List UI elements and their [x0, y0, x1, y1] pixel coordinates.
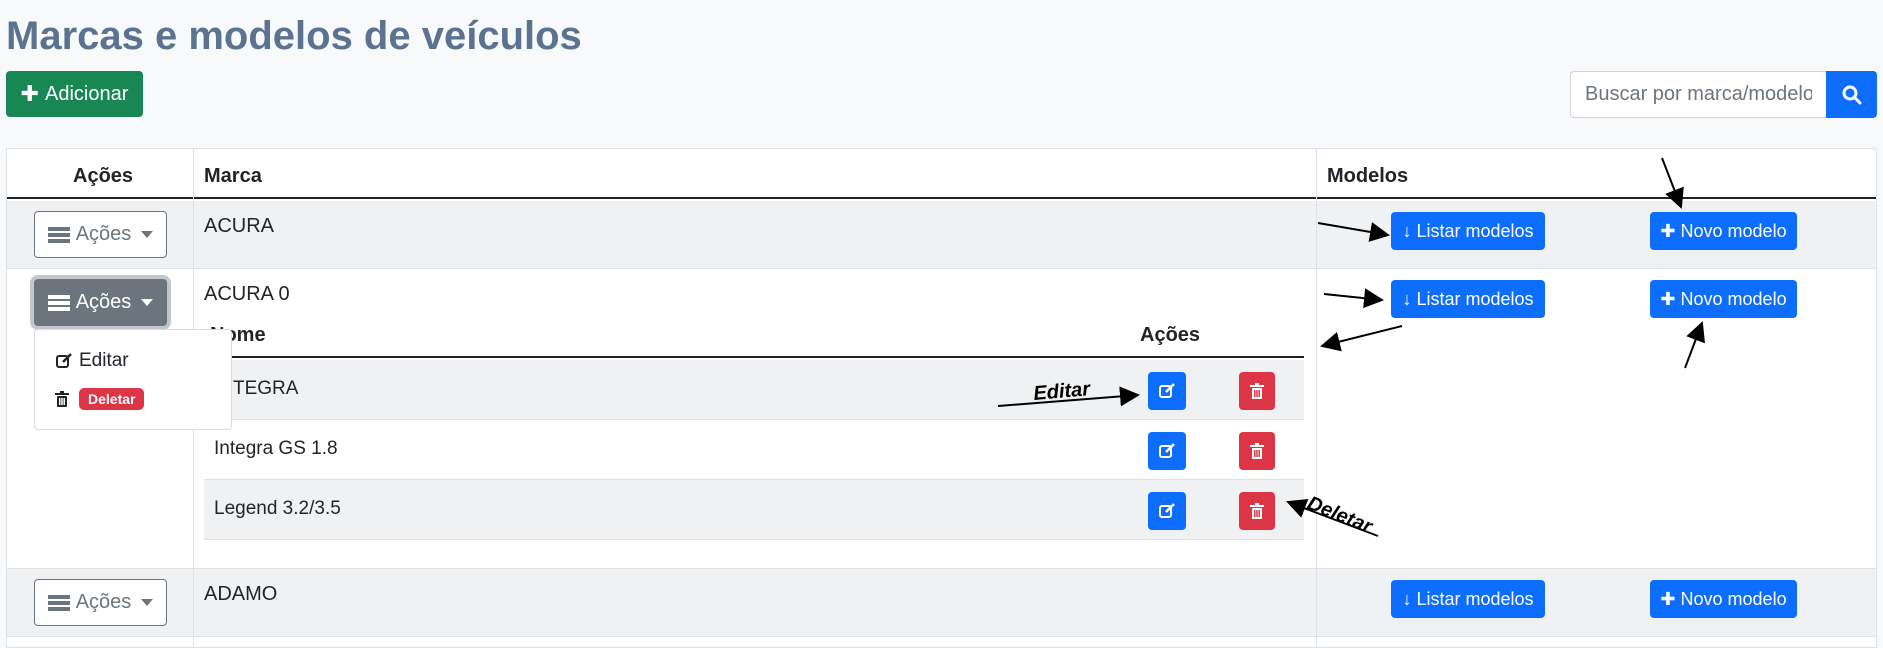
- arrow-down-icon: ↓: [1402, 588, 1412, 609]
- list-models-button[interactable]: ↓ Listar modelos: [1391, 580, 1545, 618]
- row-actions-button[interactable]: Ações: [34, 211, 167, 258]
- edit-icon: [56, 353, 72, 368]
- model-row: Integra GS 1.8: [204, 420, 1304, 480]
- list-models-button[interactable]: ↓ Listar modelos: [1391, 280, 1545, 318]
- page-title: Marcas e modelos de veículos: [6, 14, 582, 58]
- trash-icon: [1250, 383, 1264, 399]
- row-actions-label: Ações: [75, 591, 132, 613]
- model-row: INTEGRA: [204, 360, 1304, 420]
- header-brand: Marca: [204, 165, 262, 187]
- edit-model-button[interactable]: [1148, 432, 1186, 470]
- caret-down-icon: [141, 599, 154, 606]
- add-brand-button[interactable]: ✚ Adicionar: [6, 71, 143, 117]
- dropdown-edit-label: Editar: [79, 350, 129, 371]
- subtable-header: Nome Ações: [204, 308, 1304, 358]
- model-row: Legend 3.2/3.5: [204, 480, 1304, 540]
- search-icon: [1842, 85, 1861, 104]
- model-name: Integra GS 1.8: [214, 438, 338, 459]
- edit-model-button[interactable]: [1148, 372, 1186, 410]
- edit-icon: [1159, 503, 1175, 518]
- brand-name: ADAMO: [204, 583, 278, 605]
- new-model-label: Novo modelo: [1680, 220, 1787, 241]
- edit-icon: [1159, 443, 1175, 458]
- header-models: Modelos: [1327, 165, 1409, 187]
- new-model-button[interactable]: ✚ Novo modelo: [1650, 212, 1797, 250]
- new-model-label: Novo modelo: [1680, 588, 1787, 609]
- search-button[interactable]: [1826, 71, 1877, 118]
- header-actions: Ações: [73, 165, 134, 187]
- table-row: Ações ADAMO ↓ Listar modelos ✚ Novo mode…: [7, 569, 1876, 637]
- trash-icon: [1250, 503, 1264, 519]
- new-model-label: Novo modelo: [1680, 288, 1787, 309]
- column-divider: [1316, 149, 1317, 647]
- row-actions-label: Ações: [75, 291, 132, 313]
- dropdown-delete-badge: Deletar: [79, 388, 145, 410]
- delete-model-button[interactable]: [1239, 432, 1275, 470]
- dropdown-delete-item[interactable]: Deletar: [55, 388, 145, 410]
- header-actions: Ações: [1140, 324, 1201, 346]
- new-model-button[interactable]: ✚ Novo modelo: [1650, 580, 1797, 618]
- list-models-label: Listar modelos: [1416, 288, 1534, 309]
- list-models-label: Listar modelos: [1416, 588, 1534, 609]
- brand-name: ACURA 0: [204, 283, 290, 305]
- delete-model-button[interactable]: [1239, 492, 1275, 530]
- add-button-label: Adicionar: [45, 82, 129, 105]
- row-actions-button-active[interactable]: Ações: [34, 279, 167, 326]
- trash-icon: [55, 391, 69, 407]
- arrow-down-icon: ↓: [1402, 288, 1412, 309]
- table-row: Ações ACURA ↓ Listar modelos ✚ Novo mode…: [7, 201, 1876, 269]
- actions-dropdown-menu: Editar Deletar: [34, 329, 232, 430]
- plus-icon: ✚: [20, 81, 40, 106]
- plus-icon: ✚: [1660, 288, 1676, 309]
- row-actions-button[interactable]: Ações: [34, 579, 167, 626]
- table-header: Ações Marca Modelos: [7, 149, 1876, 199]
- edit-model-button[interactable]: [1148, 492, 1186, 530]
- list-models-label: Listar modelos: [1416, 220, 1534, 241]
- model-name: Legend 3.2/3.5: [214, 498, 341, 519]
- row-actions-label: Ações: [75, 223, 132, 245]
- delete-model-button[interactable]: [1239, 372, 1275, 410]
- arrow-down-icon: ↓: [1402, 220, 1412, 241]
- plus-icon: ✚: [1660, 220, 1676, 241]
- edit-icon: [1159, 383, 1175, 398]
- caret-down-icon: [141, 231, 154, 238]
- list-models-button[interactable]: ↓ Listar modelos: [1391, 212, 1545, 250]
- list-icon: [47, 294, 70, 311]
- brand-name: ACURA: [204, 215, 275, 237]
- list-icon: [47, 594, 70, 611]
- list-icon: [47, 226, 70, 243]
- plus-icon: ✚: [1660, 588, 1676, 609]
- trash-icon: [1250, 443, 1264, 459]
- dropdown-edit-item[interactable]: Editar: [55, 350, 129, 372]
- new-model-button[interactable]: ✚ Novo modelo: [1650, 280, 1797, 318]
- search-input[interactable]: [1570, 71, 1826, 118]
- search-group: [1570, 71, 1877, 118]
- caret-down-icon: [141, 299, 154, 306]
